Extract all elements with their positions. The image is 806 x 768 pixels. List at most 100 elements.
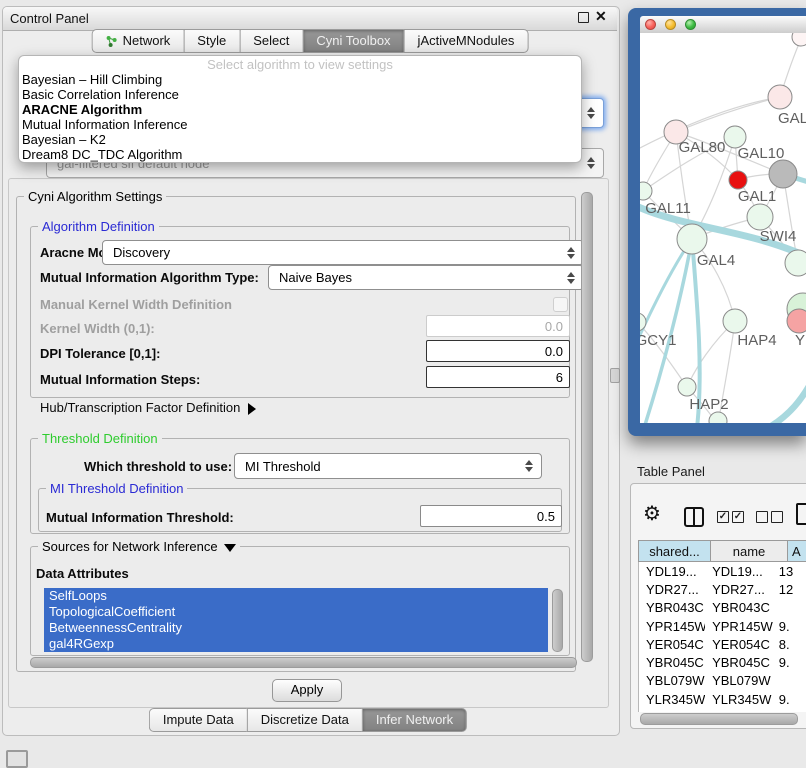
table-row[interactable]: YLL052CYLL052C0. [639,708,806,712]
dropdown-item[interactable]: Bayesian – K2 [19,132,581,147]
column-header-clipped[interactable]: A [787,540,806,562]
mi-steps-field[interactable] [426,366,570,388]
list-item[interactable]: SelfLoops [44,588,548,604]
table-cell[interactable]: 12 [776,582,806,597]
network-node[interactable] [640,313,646,331]
list-item[interactable]: gal4RGexp [44,636,548,652]
network-node[interactable] [785,250,806,276]
dropdown-item[interactable]: Bayesian – Hill Climbing [19,72,581,87]
network-node[interactable] [769,160,797,188]
table-cell[interactable]: YBR045C [639,655,705,670]
table-row[interactable]: YBL079WYBL079W [639,672,806,690]
network-canvas[interactable]: GALGAL80GAL10GAL1GAL11GAL4SWI4HAP4YGCY1H… [640,33,806,423]
table-cell[interactable]: YDL19... [639,564,705,579]
table-cell[interactable]: YBL079W [639,673,705,688]
network-node[interactable] [787,309,806,333]
network-node[interactable] [723,309,747,333]
sources-group-title[interactable]: Sources for Network Inference [38,539,240,554]
mi-threshold-field[interactable] [420,505,562,527]
tab-jactivemnodules[interactable]: jActiveMNodules [404,29,529,53]
tab-network[interactable]: Network [92,29,184,53]
table-row[interactable]: YPR145WYPR145W9. [639,617,806,635]
vertical-scrollbar[interactable] [581,192,593,662]
tab-discretize-data[interactable]: Discretize Data [247,708,362,732]
dropdown-item[interactable]: Mutual Information Inference [19,117,581,132]
network-edge-highlighted[interactable] [768,381,806,423]
kernel-width-field[interactable] [426,315,570,337]
close-icon[interactable]: ✕ [595,8,607,25]
table-cell[interactable]: 9. [776,655,806,670]
table-cell[interactable]: YDR27... [639,582,705,597]
table-cell[interactable]: YBR043C [639,600,705,615]
collapsed-panel-icon[interactable] [6,750,28,768]
settings-gear-icon[interactable]: ⚙ [643,504,661,524]
close-traffic-light-icon[interactable] [645,19,656,30]
unchecked-checkbox-icon[interactable] [771,511,783,523]
aracne-mode-combobox[interactable]: Discovery [102,240,584,265]
dropdown-item[interactable]: Dream8 DC_TDC Algorithm [19,147,581,162]
network-node[interactable] [729,171,747,189]
zoom-traffic-light-icon[interactable] [685,19,696,30]
table-cell[interactable]: YPR145W [705,619,776,634]
network-edge[interactable] [676,97,780,132]
tab-infer-network[interactable]: Infer Network [362,708,467,732]
network-node[interactable] [792,33,806,46]
table-cell[interactable]: YDR27... [705,582,776,597]
table-cell[interactable]: YER054C [705,637,776,652]
network-node[interactable] [747,204,773,230]
node-table[interactable]: YDL19...YDL19...13YDR27...YDR27...12YBR0… [638,562,806,712]
table-row[interactable]: YER054CYER054C8. [639,635,806,653]
table-row[interactable]: YDL19...YDL19...13 [639,562,806,580]
table-cell[interactable]: YBR045C [705,655,776,670]
unchecked-checkbox-icon[interactable] [756,511,768,523]
panel-divider-handle[interactable] [610,368,620,383]
table-row[interactable]: YLR345WYLR345W9. [639,690,806,708]
table-cell[interactable]: 0. [776,710,806,712]
column-header-name[interactable]: name [710,540,787,562]
table-cell[interactable]: YBR043C [705,600,776,615]
mi-algorithm-type-combobox[interactable]: Naive Bayes [268,265,584,290]
table-cell[interactable]: YER054C [639,637,705,652]
table-cell[interactable]: YBL079W [705,673,776,688]
hub-transcription-section[interactable]: Hub/Transcription Factor Definition [40,400,256,415]
collapse-arrow-icon[interactable] [224,544,236,552]
network-node[interactable] [677,224,707,254]
dropdown-item-selected[interactable]: ARACNE Algorithm [19,102,581,117]
checked-checkbox-icon[interactable]: ✓ [732,511,744,523]
table-cell[interactable]: YLR345W [639,692,705,707]
table-cell[interactable]: YDL19... [705,564,776,579]
float-window-icon[interactable] [578,12,589,23]
checked-checkbox-icon[interactable]: ✓ [717,511,729,523]
which-threshold-combobox[interactable]: MI Threshold [234,453,542,479]
dropdown-item[interactable]: Basic Correlation Inference [19,87,581,102]
table-cell[interactable]: YLL052C [639,710,705,712]
horizontal-scrollbar[interactable] [30,657,577,668]
table-cell[interactable]: YLR345W [705,692,776,707]
list-item[interactable]: TopologicalCoefficient [44,604,548,620]
new-table-icon[interactable] [796,503,806,525]
tab-cyni-toolbox[interactable]: Cyni Toolbox [302,29,403,53]
network-node[interactable] [709,412,727,423]
minimize-traffic-light-icon[interactable] [665,19,676,30]
table-horizontal-scrollbar[interactable] [640,713,798,725]
table-row[interactable]: YBR043CYBR043C [639,599,806,617]
network-node[interactable] [768,85,792,109]
tab-style[interactable]: Style [183,29,239,53]
table-cell[interactable]: YLL052C [705,710,776,712]
split-columns-icon[interactable] [684,507,704,527]
table-row[interactable]: YDR27...YDR27...12 [639,580,806,598]
table-row[interactable]: YBR045CYBR045C9. [639,653,806,671]
table-cell[interactable]: 8. [776,637,806,652]
list-item[interactable]: BetweennessCentrality [44,620,548,636]
data-attributes-list[interactable]: SelfLoops TopologicalCoefficient Between… [44,588,548,652]
dpi-tolerance-field[interactable] [426,340,570,362]
tab-impute-data[interactable]: Impute Data [149,708,247,732]
attribute-list-scrollbar[interactable] [552,589,563,652]
expand-arrow-icon[interactable] [248,403,256,415]
network-node[interactable] [678,378,696,396]
column-header-shared-name[interactable]: shared... [638,540,710,562]
table-cell[interactable]: 9. [776,692,806,707]
tab-select[interactable]: Select [239,29,302,53]
apply-button[interactable]: Apply [272,679,342,702]
network-node[interactable] [640,182,652,200]
